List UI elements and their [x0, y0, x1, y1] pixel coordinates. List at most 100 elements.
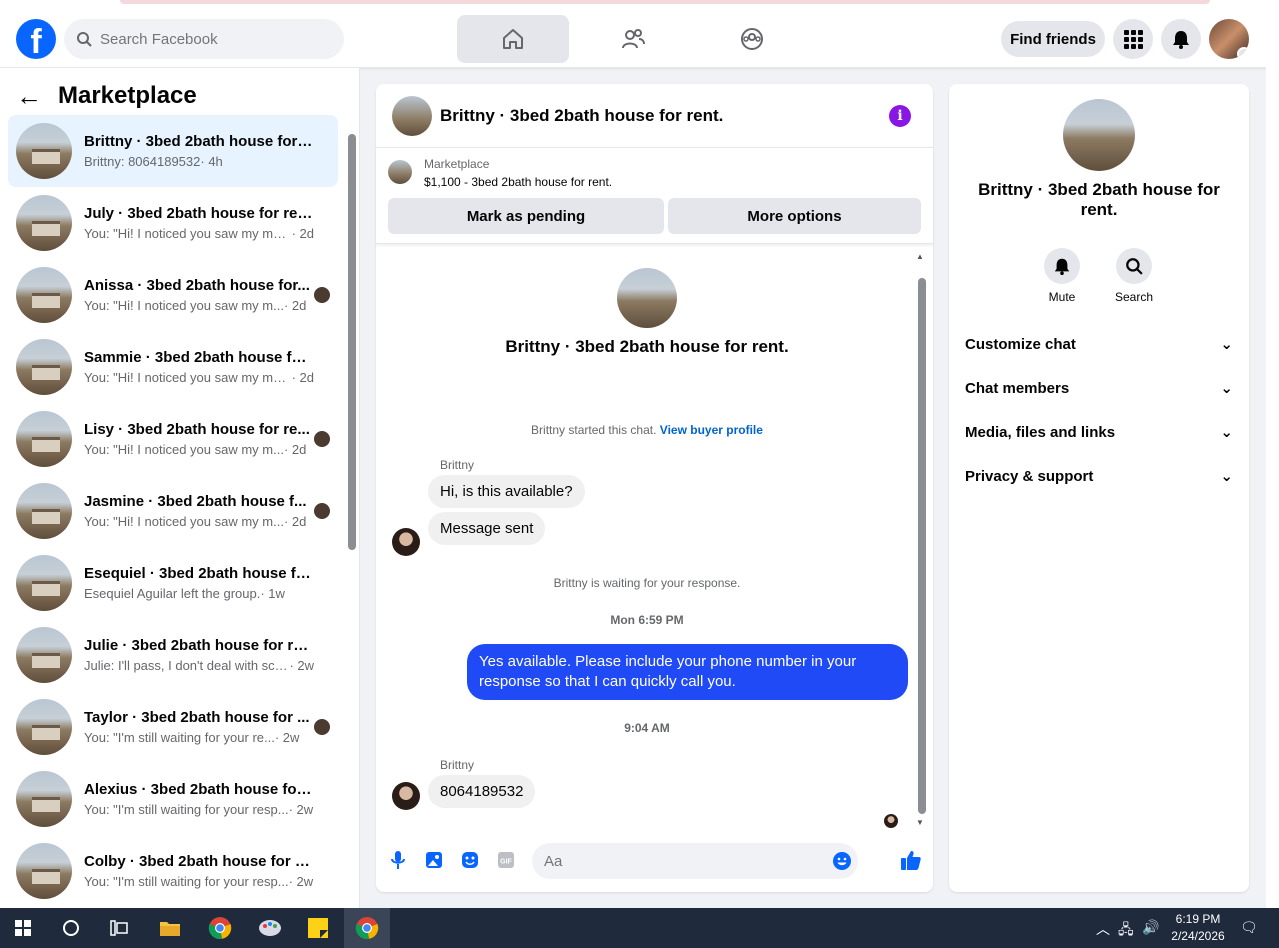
my-message-bubble[interactable]: Yes available. Please include your phone…: [467, 644, 908, 700]
start-button[interactable]: [0, 908, 46, 948]
conversation-snippet-row: You: "Hi! I noticed you saw my m... · 2d: [84, 514, 314, 529]
gif-button[interactable]: GIF: [496, 850, 516, 870]
conversation-item[interactable]: Jasmine · 3bed 2bath house f... You: "Hi!…: [8, 475, 338, 547]
search-circle-icon: [63, 920, 79, 936]
message-thread: Brittny · 3bed 2bath house for rent. Bri…: [376, 246, 933, 828]
find-friends-button[interactable]: Find friends: [1001, 21, 1105, 57]
network-icon[interactable]: 🖧: [1118, 919, 1134, 943]
notifications-button[interactable]: [1161, 19, 1201, 59]
mute-button[interactable]: [1044, 248, 1080, 284]
conversation-texts: Lisy · 3bed 2bath house for re... You: "H…: [84, 421, 314, 457]
windows-taskbar: ︿ 🖧 🔊 6:19 PM 2/24/2026 🗨: [0, 908, 1279, 948]
privacy-support-section[interactable]: Privacy & support ⌄: [965, 467, 1233, 486]
home-icon: [503, 29, 523, 49]
notification-center-icon[interactable]: 🗨: [1240, 919, 1258, 936]
search-facebook-box[interactable]: [64, 19, 344, 59]
message-input-box[interactable]: [532, 843, 858, 879]
cortana-button[interactable]: [48, 908, 94, 948]
conversation-snippet: You: "I'm still waiting for your resp...: [84, 874, 289, 889]
page-scrollbar[interactable]: [1266, 0, 1279, 908]
conversation-item[interactable]: Alexius · 3bed 2bath house for r... You: …: [8, 763, 338, 835]
sticker-button[interactable]: [460, 850, 480, 870]
chat-scrollbar[interactable]: ▲ ▼: [916, 252, 926, 827]
volume-icon[interactable]: 🔊: [1142, 919, 1159, 936]
listing-thumbnail[interactable]: [388, 160, 412, 184]
more-options-button[interactable]: More options: [668, 198, 921, 234]
sidebar-scrollbar[interactable]: [347, 134, 357, 554]
conversation-item[interactable]: Julie · 3bed 2bath house for rent. Julie:…: [8, 619, 338, 691]
seen-avatar: [314, 287, 330, 303]
conversation-item[interactable]: Lisy · 3bed 2bath house for re... You: "H…: [8, 403, 338, 475]
attach-image-button[interactable]: [424, 850, 444, 870]
scrollbar-thumb[interactable]: [918, 278, 926, 814]
task-view-button[interactable]: [96, 908, 142, 948]
back-arrow-icon[interactable]: ←: [16, 83, 42, 109]
customize-chat-section[interactable]: Customize chat ⌄: [965, 335, 1233, 354]
mark-as-pending-button[interactable]: Mark as pending: [388, 198, 664, 234]
conversation-texts: Taylor · 3bed 2bath house for ... You: "I…: [84, 709, 314, 745]
listing-thumbnail: [16, 483, 72, 539]
account-avatar[interactable]: ⌄: [1209, 19, 1249, 59]
nav-tab-home[interactable]: [457, 15, 569, 63]
conversation-item[interactable]: July · 3bed 2bath house for rent. You: "H…: [8, 187, 338, 259]
mute-action[interactable]: Mute: [1032, 248, 1092, 304]
conversation-title: Esequiel · 3bed 2bath house for ...: [84, 565, 314, 582]
listing-thumbnail: [16, 627, 72, 683]
conversation-item[interactable]: Anissa · 3bed 2bath house for... You: "Hi…: [8, 259, 338, 331]
conversation-texts: Anissa · 3bed 2bath house for... You: "Hi…: [84, 277, 314, 313]
conversation-title: Brittny · 3bed 2bath house for r...: [84, 133, 314, 150]
conversation-snippet: You: "Hi! I noticed you saw my m...: [84, 442, 284, 457]
conversation-snippet: You: "Hi! I noticed you saw my mes...: [84, 226, 292, 241]
conversation-texts: Jasmine · 3bed 2bath house f... You: "Hi!…: [84, 493, 314, 529]
view-buyer-profile-link[interactable]: View buyer profile: [660, 423, 763, 437]
conversation-item[interactable]: Esequiel · 3bed 2bath house for ... Esequ…: [8, 547, 338, 619]
listing-photo[interactable]: [1063, 99, 1135, 171]
scrollbar-thumb[interactable]: [348, 134, 356, 550]
conversation-time: · 2d: [283, 298, 307, 313]
conversation-item[interactable]: Sammie · 3bed 2bath house for ... You: "H…: [8, 331, 338, 403]
chat-members-section[interactable]: Chat members ⌄: [965, 379, 1233, 398]
conversation-item[interactable]: Colby · 3bed 2bath house for rent. You: "…: [8, 835, 338, 907]
seen-avatar: [884, 814, 898, 828]
listing-source: Marketplace: [424, 157, 490, 171]
sticky-notes-button[interactable]: [295, 908, 341, 948]
search-input[interactable]: [100, 30, 320, 48]
conversation-title: July · 3bed 2bath house for rent.: [84, 205, 314, 222]
svg-text:GIF: GIF: [500, 859, 512, 866]
chat-thumbnail[interactable]: [392, 95, 432, 136]
scroll-down-arrow-icon[interactable]: ▼: [916, 818, 924, 827]
conversation-item[interactable]: Brittny · 3bed 2bath house for r... Britt…: [8, 115, 338, 187]
message-input[interactable]: [544, 852, 824, 870]
sender-avatar[interactable]: [392, 528, 420, 556]
system-clock[interactable]: 6:19 PM 2/24/2026: [1162, 911, 1234, 945]
chat-started-notice: Brittny started this chat. View buyer pr…: [376, 423, 918, 437]
voice-clip-button[interactable]: [388, 850, 408, 870]
conversation-snippet: You: "Hi! I noticed you saw my m...: [84, 514, 284, 529]
scroll-up-arrow-icon[interactable]: ▲: [916, 252, 924, 261]
windows-icon: [15, 920, 31, 936]
sender-avatar[interactable]: [392, 782, 420, 810]
media-files-links-section[interactable]: Media, files and links ⌄: [965, 423, 1233, 442]
message-bubble[interactable]: 8064189532: [428, 775, 536, 808]
section-label: Customize chat: [965, 335, 1076, 353]
menu-button[interactable]: [1113, 19, 1153, 59]
paint-app-button[interactable]: [247, 908, 293, 948]
conversation-item[interactable]: Taylor · 3bed 2bath house for ... You: "I…: [8, 691, 338, 763]
message-bubble[interactable]: Message sent: [428, 512, 546, 545]
message-bubble[interactable]: Hi, is this available?: [428, 475, 585, 508]
chrome-active-button[interactable]: [344, 908, 390, 948]
conversation-texts: Sammie · 3bed 2bath house for ... You: "H…: [84, 349, 314, 385]
tray-chevron-up-icon[interactable]: ︿: [1096, 919, 1110, 939]
listing-price[interactable]: $1,100 - 3bed 2bath house for rent.: [424, 175, 612, 189]
nav-tab-groups[interactable]: [696, 15, 808, 63]
nav-tab-friends[interactable]: [577, 15, 689, 63]
chat-title[interactable]: Brittny · 3bed 2bath house for rent.: [440, 106, 723, 126]
emoji-icon[interactable]: [832, 851, 852, 871]
info-icon[interactable]: i: [889, 105, 911, 127]
facebook-logo[interactable]: f: [16, 19, 56, 59]
chrome-button[interactable]: [197, 908, 243, 948]
search-action[interactable]: Search: [1104, 248, 1164, 304]
search-button[interactable]: [1116, 248, 1152, 284]
like-button[interactable]: [900, 849, 922, 871]
file-explorer-button[interactable]: [147, 908, 193, 948]
